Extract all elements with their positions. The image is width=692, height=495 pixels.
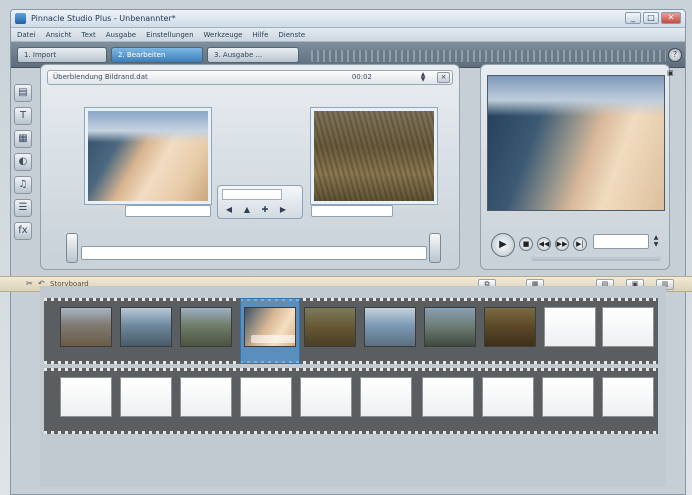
empty-slot[interactable] [602,307,654,347]
empty-slot[interactable] [180,377,232,417]
clip-a-thumbnail [85,108,211,204]
transition-name: Überblendung Bildrand.dat [53,73,148,81]
window-title: Pinnacle Studio Plus - Unbenannter* [31,14,176,23]
clip-thumbnail-selected[interactable] [244,307,296,347]
timecode-field[interactable] [593,234,649,249]
trim-end-handle[interactable] [429,233,441,263]
clip-thumbnail[interactable] [484,307,536,347]
empty-slot[interactable] [422,377,474,417]
preview-screen [487,75,665,211]
clip-thumbnail[interactable] [120,307,172,347]
close-button[interactable]: ✕ [661,12,681,24]
menu-icon[interactable]: ☰ [14,199,32,217]
app-icon [15,13,26,24]
clip-b-thumbnail [311,108,437,204]
menu-item-dienste[interactable]: Dienste [278,31,305,39]
stop-button[interactable]: ■ [519,237,533,251]
title-icon[interactable]: T [14,107,32,125]
menu-item-ausgabe[interactable]: Ausgabe [106,31,136,39]
next-icon[interactable]: ▶ [276,204,290,216]
clip-thumbnail[interactable] [304,307,356,347]
tab-import[interactable]: 1. Import [17,47,107,63]
clip-a-time-field[interactable] [125,205,211,217]
add-icon[interactable]: ✚ [258,204,272,216]
preview-player: ▣ ▶ ■ ◀◀ ▶▶ ▶| ▲ ▼ [480,64,674,270]
clip-b-time-field[interactable] [311,205,393,217]
beach-image [88,111,208,201]
window-controls: _ □ ✕ [625,12,681,24]
rewind-button[interactable]: ◀◀ [537,237,551,251]
video-icon[interactable]: ▤ [14,84,32,102]
clip-duration-label [251,335,295,343]
up-icon[interactable]: ▲ [240,204,254,216]
menu-item-ansicht[interactable]: Ansicht [46,31,72,39]
empty-slot[interactable] [60,377,112,417]
menu-item-hilfe[interactable]: Hilfe [252,31,268,39]
empty-slot[interactable] [602,377,654,417]
fast-forward-button[interactable]: ▶▶ [555,237,569,251]
menu-bar: Datei Ansicht Text Ausgabe Einstellungen… [11,28,685,42]
duration-spinner-icon[interactable]: ▲ ▼ [418,72,428,83]
music-icon[interactable]: ♫ [14,176,32,194]
transition-editor: Überblendung Bildrand.dat 00:02 ▲ ▼ × ◀ ▲… [40,64,460,270]
effect-icon[interactable]: fx [14,222,32,240]
menu-item-einstellungen[interactable]: Einstellungen [146,31,193,39]
menu-item-datei[interactable]: Datei [17,31,36,39]
empty-slot[interactable] [544,307,596,347]
empty-slot[interactable] [482,377,534,417]
preview-image [488,76,664,210]
transition-buttons: ◀ ▲ ✚ ▶ [222,204,290,216]
minimize-button[interactable]: _ [625,12,641,24]
storyboard [40,286,666,486]
trim-start-handle[interactable] [66,233,78,263]
help-button[interactable]: ? [668,48,682,62]
transition-duration[interactable]: 00:02 [352,73,372,81]
empty-slot[interactable] [542,377,594,417]
title-bar: Pinnacle Studio Plus - Unbenannter* _ □ … [11,10,685,28]
storyboard-row [44,368,658,434]
menu-item-werkzeuge[interactable]: Werkzeuge [204,31,243,39]
tab-output[interactable]: 3. Ausgabe ... [207,47,299,63]
step-forward-button[interactable]: ▶| [573,237,587,251]
tool-column: ▤ T ▦ ◐ ♫ ☰ fx [14,84,36,245]
transition-trim-track[interactable] [81,246,427,260]
sound-icon[interactable]: ◐ [14,153,32,171]
clip-thumbnail[interactable] [424,307,476,347]
empty-slot[interactable] [240,377,292,417]
editor-header: Überblendung Bildrand.dat 00:02 ▲ ▼ × [47,70,453,85]
grass-image [314,111,434,201]
storyboard-row [44,298,658,364]
timecode-spinner-icon[interactable]: ▲ ▼ [651,234,661,249]
empty-slot[interactable] [300,377,352,417]
transition-field[interactable] [222,189,282,200]
fullscreen-icon[interactable]: ▣ [667,69,674,77]
editor-close-button[interactable]: × [437,72,450,83]
clip-thumbnail[interactable] [180,307,232,347]
clip-thumbnail[interactable] [60,307,112,347]
scrub-bar[interactable] [531,255,661,261]
scissors-icon[interactable]: ✂ [26,279,33,288]
menu-item-text[interactable]: Text [82,31,96,39]
play-button[interactable]: ▶ [491,233,515,257]
empty-slot[interactable] [120,377,172,417]
tab-edit[interactable]: 2. Bearbeiten [111,47,203,63]
transition-controls: ◀ ▲ ✚ ▶ [217,185,303,219]
time-ruler[interactable] [311,50,666,62]
clip-thumbnail[interactable] [364,307,416,347]
empty-slot[interactable] [360,377,412,417]
photo-icon[interactable]: ▦ [14,130,32,148]
maximize-button[interactable]: □ [643,12,659,24]
prev-icon[interactable]: ◀ [222,204,236,216]
